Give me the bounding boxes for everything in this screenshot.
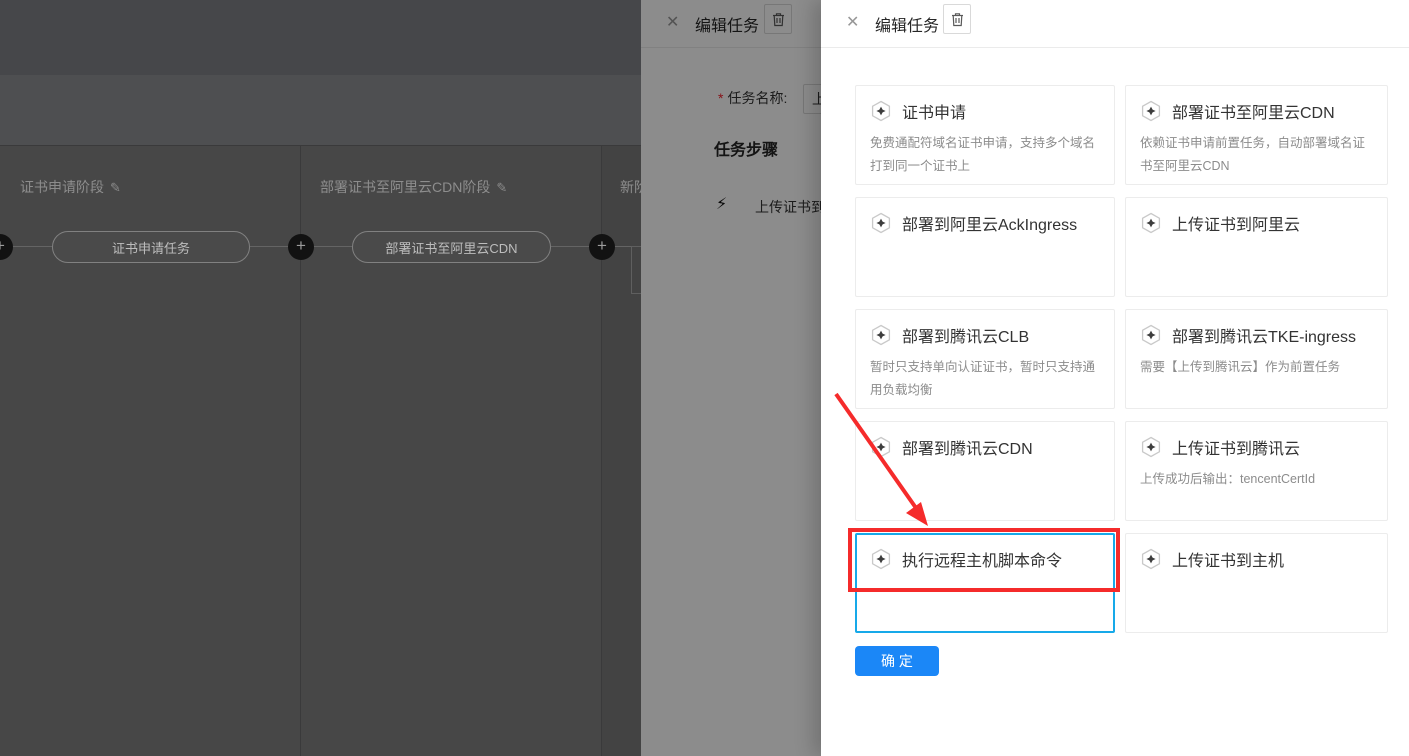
card-title: 证书申请 <box>902 99 966 123</box>
workflow-editor: 证书申请阶段 ✎ 部署证书至阿里云CDN阶段 ✎ 新阶段 证书申请任务 部署证书至阿… <box>0 0 641 756</box>
add-stage-button[interactable]: + <box>589 234 615 260</box>
stage-name: 证书申请阶段 <box>20 179 104 195</box>
close-icon[interactable]: ✕ <box>846 12 859 32</box>
edit-icon[interactable]: ✎ <box>110 180 121 195</box>
card-upload-aliyun[interactable]: 上传证书到阿里云 <box>1125 197 1388 297</box>
card-upload-tencent[interactable]: 上传证书到腾讯云 上传成功后输出：tencentCertId <box>1125 421 1388 521</box>
card-desc: 需要【上传到腾讯云】作为前置任务 <box>1140 356 1373 379</box>
card-title: 部署证书至阿里云CDN <box>1172 99 1335 123</box>
hexagon-badge-icon <box>870 212 892 234</box>
edit-task-drawer-front: ✕ 编辑任务 证书申请 免费通配符域名证书申请，支持多个域名打到同一个证书 <box>821 0 1409 756</box>
card-title: 上传证书到主机 <box>1172 547 1284 571</box>
card-exec-remote-script[interactable]: 执行远程主机脚本命令 <box>855 533 1115 633</box>
card-upload-host[interactable]: 上传证书到主机 <box>1125 533 1388 633</box>
card-title: 上传证书到腾讯云 <box>1172 435 1300 459</box>
task-type-grid: 证书申请 免费通配符域名证书申请，支持多个域名打到同一个证书上 部署证书至阿里云… <box>855 85 1388 633</box>
hexagon-badge-icon <box>1140 212 1162 234</box>
pipeline-canvas: 证书申请阶段 ✎ 部署证书至阿里云CDN阶段 ✎ 新阶段 证书申请任务 部署证书至阿… <box>0 145 641 756</box>
card-cert-apply[interactable]: 证书申请 免费通配符域名证书申请，支持多个域名打到同一个证书上 <box>855 85 1115 185</box>
stage-name: 部署证书至阿里云CDN阶段 <box>320 179 490 195</box>
hexagon-badge-icon <box>870 548 892 570</box>
card-title: 部署到腾讯云TKE-ingress <box>1172 323 1356 347</box>
pipeline-toolbar <box>0 75 641 145</box>
hexagon-badge-icon <box>870 436 892 458</box>
top-navbar <box>0 0 641 75</box>
stage-name: 新阶段 <box>620 179 641 195</box>
card-title: 部署到腾讯云CLB <box>902 323 1029 347</box>
stage-title: 部署证书至阿里云CDN阶段 ✎ <box>320 177 507 197</box>
hexagon-badge-icon <box>1140 324 1162 346</box>
edit-icon[interactable]: ✎ <box>496 180 507 195</box>
app-root: 证书申请阶段 ✎ 部署证书至阿里云CDN阶段 ✎ 新阶段 证书申请任务 部署证书至阿… <box>0 0 1409 756</box>
hexagon-badge-icon <box>870 324 892 346</box>
task-node-cert-apply[interactable]: 证书申请任务 <box>52 231 250 263</box>
card-desc: 依赖证书申请前置任务，自动部署域名证书至阿里云CDN <box>1140 132 1373 178</box>
card-desc: 暂时只支持单向认证证书，暂时只支持通用负载均衡 <box>870 356 1100 402</box>
card-desc: 免费通配符域名证书申请，支持多个域名打到同一个证书上 <box>870 132 1100 178</box>
card-deploy-aliyun-ackingress[interactable]: 部署到阿里云AckIngress <box>855 197 1115 297</box>
card-title: 部署到腾讯云CDN <box>902 435 1033 459</box>
card-deploy-tencent-clb[interactable]: 部署到腾讯云CLB 暂时只支持单向认证证书，暂时只支持通用负载均衡 <box>855 309 1115 409</box>
confirm-button[interactable]: 确 定 <box>855 646 939 676</box>
card-title: 部署到阿里云AckIngress <box>902 211 1077 235</box>
stage-title: 证书申请阶段 ✎ <box>20 177 121 197</box>
drawer-title: 编辑任务 <box>875 12 939 36</box>
trash-icon <box>951 12 964 27</box>
hexagon-badge-icon <box>1140 100 1162 122</box>
new-task-placeholder[interactable] <box>631 246 641 294</box>
hexagon-badge-icon <box>1140 548 1162 570</box>
card-desc: 上传成功后输出：tencentCertId <box>1140 468 1373 491</box>
card-title: 上传证书到阿里云 <box>1172 211 1300 235</box>
delete-task-button[interactable] <box>943 4 971 34</box>
card-deploy-tencent-cdn[interactable]: 部署到腾讯云CDN <box>855 421 1115 521</box>
card-deploy-aliyun-cdn[interactable]: 部署证书至阿里云CDN 依赖证书申请前置任务，自动部署域名证书至阿里云CDN <box>1125 85 1388 185</box>
card-deploy-tencent-tke-ingress[interactable]: 部署到腾讯云TKE-ingress 需要【上传到腾讯云】作为前置任务 <box>1125 309 1388 409</box>
add-stage-button[interactable]: + <box>288 234 314 260</box>
drawer-dim-overlay <box>641 0 821 756</box>
hexagon-badge-icon <box>1140 436 1162 458</box>
hexagon-badge-icon <box>870 100 892 122</box>
stage-title: 新阶段 <box>620 177 641 197</box>
task-node-deploy-aliyun-cdn[interactable]: 部署证书至阿里云CDN <box>352 231 551 263</box>
drawer-header: ✕ 编辑任务 <box>821 0 1409 48</box>
edit-task-drawer-back: ✕ 编辑任务 *任务名称: 任务步骤 ⚡ 上传证书到主机 <box>641 0 821 756</box>
card-title: 执行远程主机脚本命令 <box>902 547 1062 571</box>
